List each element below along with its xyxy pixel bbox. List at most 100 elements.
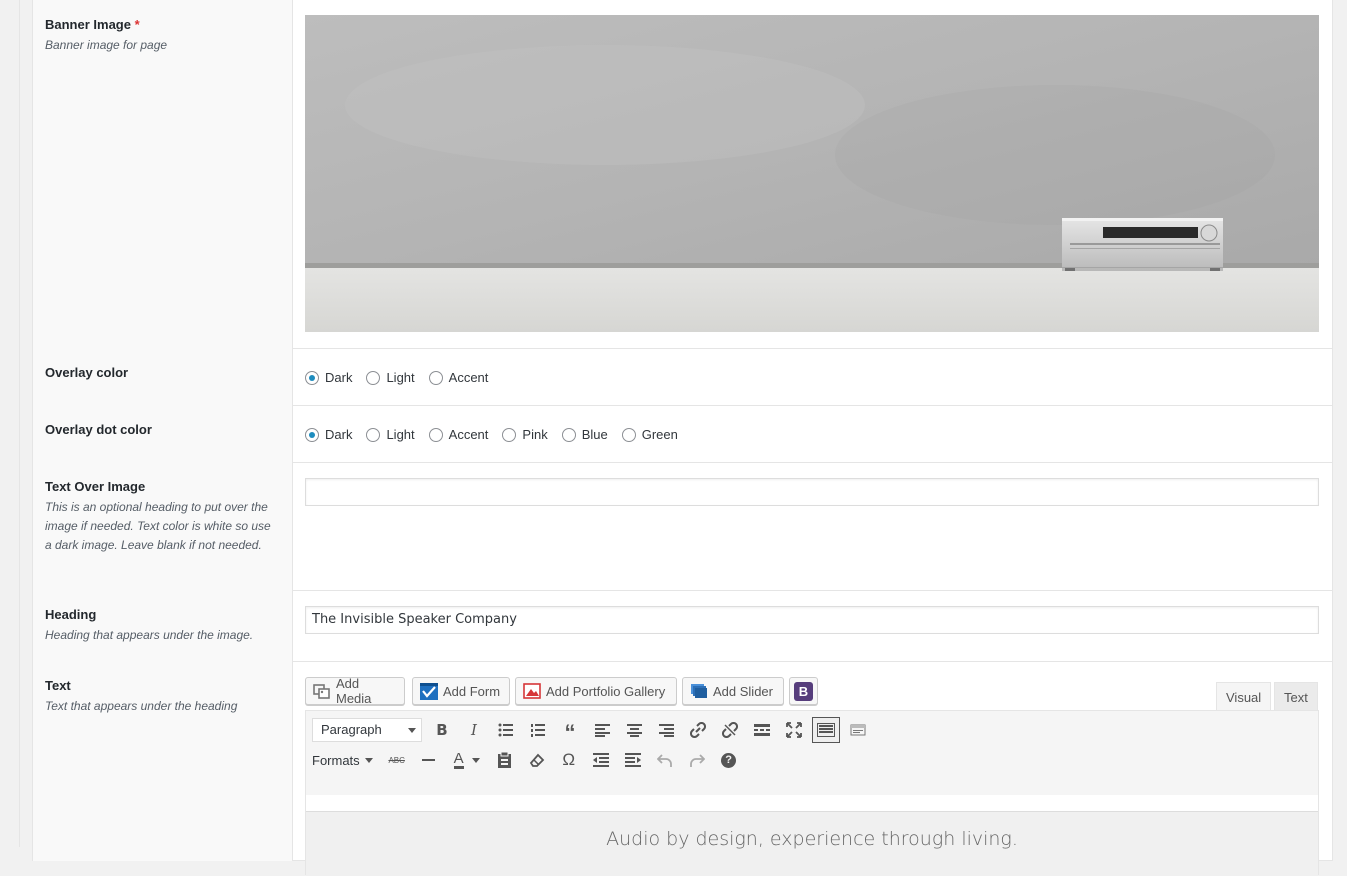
custom-fields-panel: Banner Image * Banner image for page Ove… (32, 0, 1333, 876)
add-form-button[interactable]: Add Form (412, 677, 510, 705)
paste-as-text-button[interactable] (491, 747, 519, 773)
add-slider-button[interactable]: Add Slider (682, 677, 784, 705)
overlay-dot-option-light[interactable]: Light (366, 427, 415, 442)
overlay-dot-option-green[interactable]: Green (621, 427, 678, 442)
undo-button[interactable] (651, 747, 679, 773)
blockquote-button[interactable]: “ (556, 717, 584, 744)
keyboard-shortcuts-button[interactable]: ? (715, 747, 743, 773)
outdent-button[interactable] (587, 747, 615, 773)
gallery-icon (523, 682, 541, 700)
toolbar-row-1: Paragraph B I “ (312, 717, 876, 744)
overlay-color-label-col: Overlay color (33, 348, 293, 405)
banner-image[interactable] (305, 15, 1319, 332)
toolbar-toggle-button[interactable] (812, 717, 840, 743)
heading-label-col: Heading Heading that appears under the i… (33, 590, 293, 661)
align-center-button[interactable] (620, 717, 648, 743)
horizontal-line-icon (422, 759, 436, 761)
align-center-icon (626, 724, 642, 737)
italic-icon: I (471, 721, 477, 739)
overlay-dot-color-row: Overlay dot color Dark Light Accent Pink… (33, 405, 1332, 463)
numbered-list-button[interactable] (524, 717, 552, 743)
text-description: Text that appears under the heading (45, 699, 238, 713)
radio-button[interactable] (621, 427, 636, 442)
radio-button-checked[interactable] (305, 370, 319, 385)
align-right-button[interactable] (652, 717, 680, 743)
slider-icon (690, 682, 708, 700)
strikethrough-button[interactable]: ABC (383, 747, 411, 773)
overlay-dot-color-radio-group: Dark Light Accent Pink Blue Green (305, 427, 692, 442)
form-icon (420, 682, 438, 700)
strikethrough-icon: ABC (388, 755, 405, 765)
redo-icon (689, 754, 705, 767)
banner-image-row: Banner Image * Banner image for page (33, 0, 1332, 349)
align-left-button[interactable] (588, 717, 616, 743)
read-more-icon (754, 724, 770, 736)
redo-button[interactable] (683, 747, 711, 773)
numbered-list-icon (531, 724, 545, 737)
text-color-button[interactable]: A (447, 747, 487, 773)
text-over-image-description: This is an optional heading to put over … (45, 500, 271, 552)
bold-button[interactable]: B (428, 717, 456, 743)
overlay-dot-option-accent[interactable]: Accent (428, 427, 488, 442)
paragraph-format-select[interactable]: Paragraph (312, 718, 422, 742)
formats-menu[interactable]: Formats (312, 753, 373, 768)
text-over-image-field (305, 462, 1320, 590)
radio-button[interactable] (561, 427, 576, 442)
admin-left-gutter (0, 0, 20, 847)
heading-description: Heading that appears under the image. (45, 628, 254, 642)
chevron-down-icon (364, 757, 373, 763)
overlay-color-label: Overlay color (45, 365, 129, 380)
radio-button[interactable] (428, 370, 443, 385)
radio-button[interactable] (428, 427, 443, 442)
editor-content-area[interactable]: Audio by design, experience through livi… (305, 795, 1319, 876)
text-color-icon: A (453, 750, 464, 769)
italic-button[interactable]: I (460, 717, 488, 743)
clipboard-icon (498, 752, 512, 768)
chevron-down-icon (408, 728, 416, 733)
overlay-color-option-dark[interactable]: Dark (305, 370, 352, 385)
overlay-dot-option-pink[interactable]: Pink (502, 427, 548, 442)
overlay-color-radio-group: Dark Light Accent (305, 370, 502, 385)
tab-visual[interactable]: Visual (1216, 682, 1272, 711)
banner-image-label: Banner Image * (45, 17, 140, 32)
tab-text[interactable]: Text (1274, 682, 1318, 711)
radio-button-checked[interactable] (305, 427, 319, 442)
heading-row: Heading Heading that appears under the i… (33, 590, 1332, 662)
overlay-color-option-light[interactable]: Light (366, 370, 415, 385)
insert-link-button[interactable] (684, 717, 712, 743)
eraser-icon (529, 753, 544, 767)
remove-link-button[interactable] (716, 717, 744, 743)
heading-input[interactable]: The Invisible Speaker Company (305, 606, 1319, 634)
radio-button[interactable] (502, 427, 517, 442)
text-over-image-row: Text Over Image This is an optional head… (33, 462, 1332, 591)
radio-button[interactable] (366, 370, 381, 385)
clear-formatting-button[interactable] (523, 747, 551, 773)
bootstrap-button[interactable]: B (789, 677, 818, 705)
overlay-dot-option-blue[interactable]: Blue (561, 427, 608, 442)
add-media-button[interactable]: Add Media (305, 676, 405, 706)
heading-label: Heading (45, 607, 97, 622)
overlay-color-row: Overlay color Dark Light Accent (33, 348, 1332, 406)
add-portfolio-gallery-button[interactable]: Add Portfolio Gallery (515, 677, 677, 705)
required-mark: * (134, 17, 140, 32)
special-character-button[interactable]: Ω (555, 747, 583, 773)
overlay-dot-option-dark[interactable]: Dark (305, 427, 352, 442)
text-over-image-input[interactable] (305, 478, 1319, 506)
insert-shortcode-button[interactable] (844, 717, 872, 743)
overlay-dot-color-field: Dark Light Accent Pink Blue Green (305, 405, 1320, 462)
banner-image-description: Banner image for page (45, 38, 168, 52)
fullscreen-button[interactable] (780, 717, 808, 743)
text-over-image-label: Text Over Image (45, 479, 146, 494)
bootstrap-icon: B (794, 681, 813, 701)
radio-button[interactable] (366, 427, 381, 442)
bullet-list-button[interactable] (492, 717, 520, 743)
overlay-color-field: Dark Light Accent (305, 348, 1320, 405)
indent-button[interactable] (619, 747, 647, 773)
read-more-button[interactable] (748, 717, 776, 743)
undo-icon (656, 754, 672, 767)
bold-icon: B (436, 721, 448, 739)
omega-icon: Ω (562, 750, 576, 769)
horizontal-line-button[interactable] (415, 747, 443, 773)
keyboard-icon (817, 723, 835, 737)
overlay-color-option-accent[interactable]: Accent (428, 370, 488, 385)
